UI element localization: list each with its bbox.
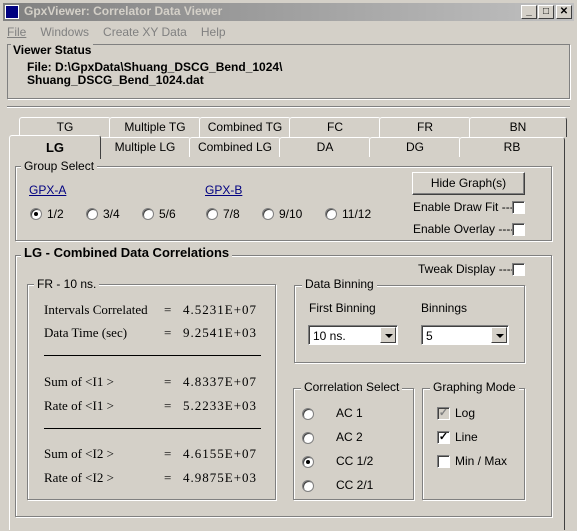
tab-dg[interactable]: DG — [369, 137, 461, 157]
graphing-mode-box — [422, 388, 525, 500]
line-label: Line — [455, 430, 478, 444]
enable-draw-fit-label: Enable Draw Fit ---- — [413, 200, 518, 214]
minmax-label: Min / Max — [455, 454, 508, 468]
stat-eq: = — [164, 374, 172, 389]
divider — [7, 106, 570, 108]
hide-graphs-button[interactable]: Hide Graph(s) — [412, 172, 525, 195]
radio-group-3-4[interactable] — [86, 208, 98, 220]
viewer-status-title: Viewer Status — [11, 43, 94, 57]
enable-overlay-label: Enable Overlay ---- — [413, 222, 515, 236]
graphing-mode-title: Graphing Mode — [430, 380, 519, 394]
radio-label-cc21: CC 2/1 — [336, 478, 374, 492]
radio-cc21[interactable] — [302, 480, 314, 492]
radio-label-1-2: 1/2 — [47, 207, 64, 221]
menu-help[interactable]: Help — [197, 23, 226, 41]
stat-label-rate-i1: Rate of <I1 > — [44, 398, 114, 413]
stat-label-rate-i2: Rate of <I2 > — [44, 470, 114, 485]
minimize-button[interactable]: _ — [521, 5, 537, 19]
stat-eq: = — [164, 325, 172, 340]
stats-divider-2 — [44, 428, 261, 430]
line-checkbox[interactable]: ✓ — [437, 431, 450, 444]
stat-value-rate-i1: 5.2233E+03 — [183, 398, 258, 413]
fr-stats-title: FR - 10 ns. — [34, 277, 100, 291]
status-file-line2: Shuang_DSCG_Bend_1024.dat — [27, 73, 204, 87]
binnings-label: Binnings — [421, 301, 468, 315]
radio-group-11-12[interactable] — [325, 208, 337, 220]
menu-windows[interactable]: Windows — [36, 23, 89, 41]
stat-label-intervals: Intervals Correlated — [44, 302, 148, 317]
tab-da[interactable]: DA — [279, 137, 371, 157]
first-binning-select[interactable]: 10 ns. — [308, 325, 398, 345]
radio-label-cc12: CC 1/2 — [336, 454, 374, 468]
first-binning-value: 10 ns. — [313, 329, 346, 343]
menu-bar: File Windows Create XY Data Help — [3, 23, 574, 41]
stat-eq: = — [164, 398, 172, 413]
tab-bn[interactable]: BN — [469, 117, 567, 137]
log-label: Log — [455, 406, 476, 420]
radio-label-ac1: AC 1 — [336, 406, 363, 420]
enable-draw-fit-checkbox[interactable] — [512, 201, 525, 214]
stat-value-data-time: 9.2541E+03 — [183, 325, 258, 340]
stat-eq: = — [164, 470, 172, 485]
radio-group-5-6[interactable] — [142, 208, 154, 220]
radio-label-7-8: 7/8 — [223, 207, 240, 221]
tab-combined-tg[interactable]: Combined TG — [199, 117, 291, 137]
data-binning-box — [294, 285, 525, 363]
tab-rb[interactable]: RB — [459, 137, 565, 157]
maximize-button[interactable]: □ — [538, 5, 554, 19]
stat-label-sum-i1: Sum of <I1 > — [44, 374, 114, 389]
tab-multiple-lg[interactable]: Multiple LG — [99, 137, 191, 157]
data-binning-title: Data Binning — [302, 277, 377, 291]
radio-cc12[interactable] — [302, 456, 314, 468]
chevron-down-icon[interactable] — [380, 327, 396, 343]
correlation-select-title: Correlation Select — [301, 380, 403, 394]
tweak-display-label: Tweak Display ---- — [418, 262, 515, 276]
stat-eq: = — [164, 446, 172, 461]
close-button[interactable]: ✕ — [556, 5, 572, 19]
stat-label-sum-i2: Sum of <I2 > — [44, 446, 114, 461]
enable-overlay-checkbox[interactable] — [512, 223, 525, 236]
stat-value-intervals: 4.5231E+07 — [183, 302, 258, 317]
radio-ac1[interactable] — [302, 408, 314, 420]
tab-multiple-tg[interactable]: Multiple TG — [109, 117, 201, 137]
tab-fr[interactable]: FR — [379, 117, 471, 137]
chevron-down-icon[interactable] — [491, 327, 507, 343]
radio-group-7-8[interactable] — [206, 208, 218, 220]
stat-value-sum-i2: 4.6155E+07 — [183, 446, 258, 461]
binnings-value: 5 — [426, 329, 433, 343]
radio-label-11-12: 11/12 — [342, 207, 372, 221]
menu-file[interactable]: File — [3, 23, 26, 41]
first-binning-label: First Binning — [309, 301, 376, 315]
log-checkbox[interactable]: ✓ — [437, 407, 450, 420]
menu-create-xy-data[interactable]: Create XY Data — [99, 23, 187, 41]
minmax-checkbox[interactable] — [437, 455, 450, 468]
tab-lg[interactable]: LG — [9, 135, 101, 159]
binnings-select[interactable]: 5 — [421, 325, 509, 345]
window-title: GpxViewer: Correlator Data Viewer — [24, 4, 223, 18]
tab-fc[interactable]: FC — [289, 117, 381, 137]
panel-title: LG - Combined Data Correlations — [21, 245, 233, 260]
stats-divider-1 — [44, 355, 261, 357]
radio-label-ac2: AC 2 — [336, 430, 363, 444]
radio-label-9-10: 9/10 — [279, 207, 303, 221]
tweak-display-checkbox[interactable] — [512, 263, 525, 276]
stat-value-rate-i2: 4.9875E+03 — [183, 470, 258, 485]
radio-group-9-10[interactable] — [262, 208, 274, 220]
radio-ac2[interactable] — [302, 432, 314, 444]
radio-group-1-2[interactable] — [30, 208, 42, 220]
title-bar[interactable]: GpxViewer: Correlator Data Viewer _ □ ✕ — [0, 0, 577, 22]
stat-label-data-time: Data Time (sec) — [44, 325, 128, 340]
radio-label-5-6: 5/6 — [159, 207, 176, 221]
gpx-a-label: GPX-A — [29, 183, 67, 197]
stat-eq: = — [164, 302, 172, 317]
radio-label-3-4: 3/4 — [103, 207, 120, 221]
group-select-title: Group Select — [21, 159, 98, 173]
tab-combined-lg[interactable]: Combined LG — [189, 137, 281, 157]
status-file-line1: File: D:\GpxData\Shuang_DSCG_Bend_1024\ — [27, 60, 283, 74]
stat-value-sum-i1: 4.8337E+07 — [183, 374, 258, 389]
app-icon[interactable] — [5, 5, 19, 19]
gpx-b-label: GPX-B — [205, 183, 243, 197]
tab-tg[interactable]: TG — [19, 117, 111, 137]
